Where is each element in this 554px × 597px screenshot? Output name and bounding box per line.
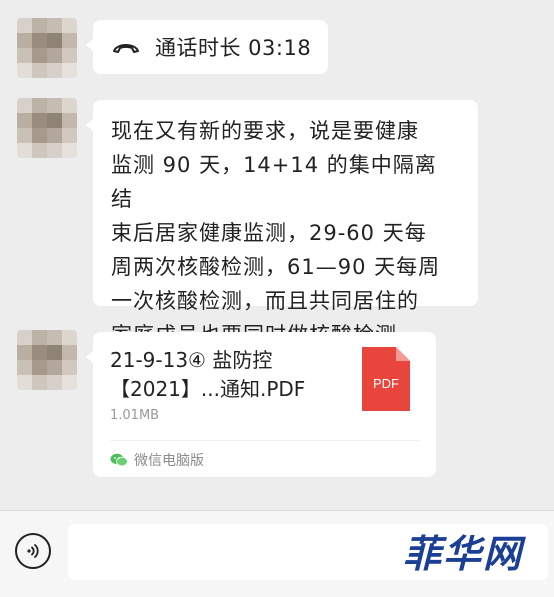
call-bubble[interactable]: 通话时长 03:18	[86, 20, 328, 74]
pdf-badge-label: PDF	[373, 376, 399, 391]
divider	[110, 440, 419, 441]
file-size: 1.01MB	[110, 408, 160, 423]
file-title-line: 21-9-13④ 盐防控	[110, 348, 273, 372]
voice-icon	[27, 544, 39, 558]
message-line: 现在又有新的要求，说是要健康	[111, 119, 419, 143]
avatar[interactable]	[17, 330, 77, 390]
file-title-line: 【2021】...通知.PDF	[110, 377, 306, 401]
file-source-label: 微信电脑版	[134, 453, 204, 469]
phone-hangup-icon	[113, 44, 139, 53]
message-text: 现在又有新的要求，说是要健康 监测 90 天，14+14 的集中隔离结 束后居家…	[111, 114, 458, 352]
watermark-logo: 菲华网	[402, 530, 523, 576]
text-message-bubble[interactable]: 现在又有新的要求，说是要健康 监测 90 天，14+14 的集中隔离结 束后居家…	[86, 100, 478, 347]
wechat-icon	[110, 453, 128, 467]
file-message-card[interactable]: 21-9-13④ 盐防控 【2021】...通知.PDF 1.01MB PDF …	[86, 332, 436, 477]
avatar[interactable]	[17, 18, 77, 78]
message-line: 监测 90 天，14+14 的集中隔离结	[111, 153, 437, 211]
file-source: 微信电脑版	[110, 450, 204, 470]
pdf-file-icon: PDF	[362, 347, 410, 411]
chat-area: 通话时长 03:18 现在又有新的要求，说是要健康 监测 90 天，14+14 …	[0, 0, 554, 510]
voice-input-button[interactable]	[15, 533, 51, 569]
message-line: 周两次核酸检测，61—90 天每周	[111, 255, 441, 279]
avatar[interactable]	[17, 98, 77, 158]
call-duration: 通话时长 03:18	[155, 36, 312, 60]
file-title: 21-9-13④ 盐防控 【2021】...通知.PDF	[110, 346, 350, 404]
message-line: 一次核酸检测，而且共同居住的	[111, 289, 419, 313]
message-line: 束后居家健康监测，29-60 天每	[111, 221, 427, 245]
